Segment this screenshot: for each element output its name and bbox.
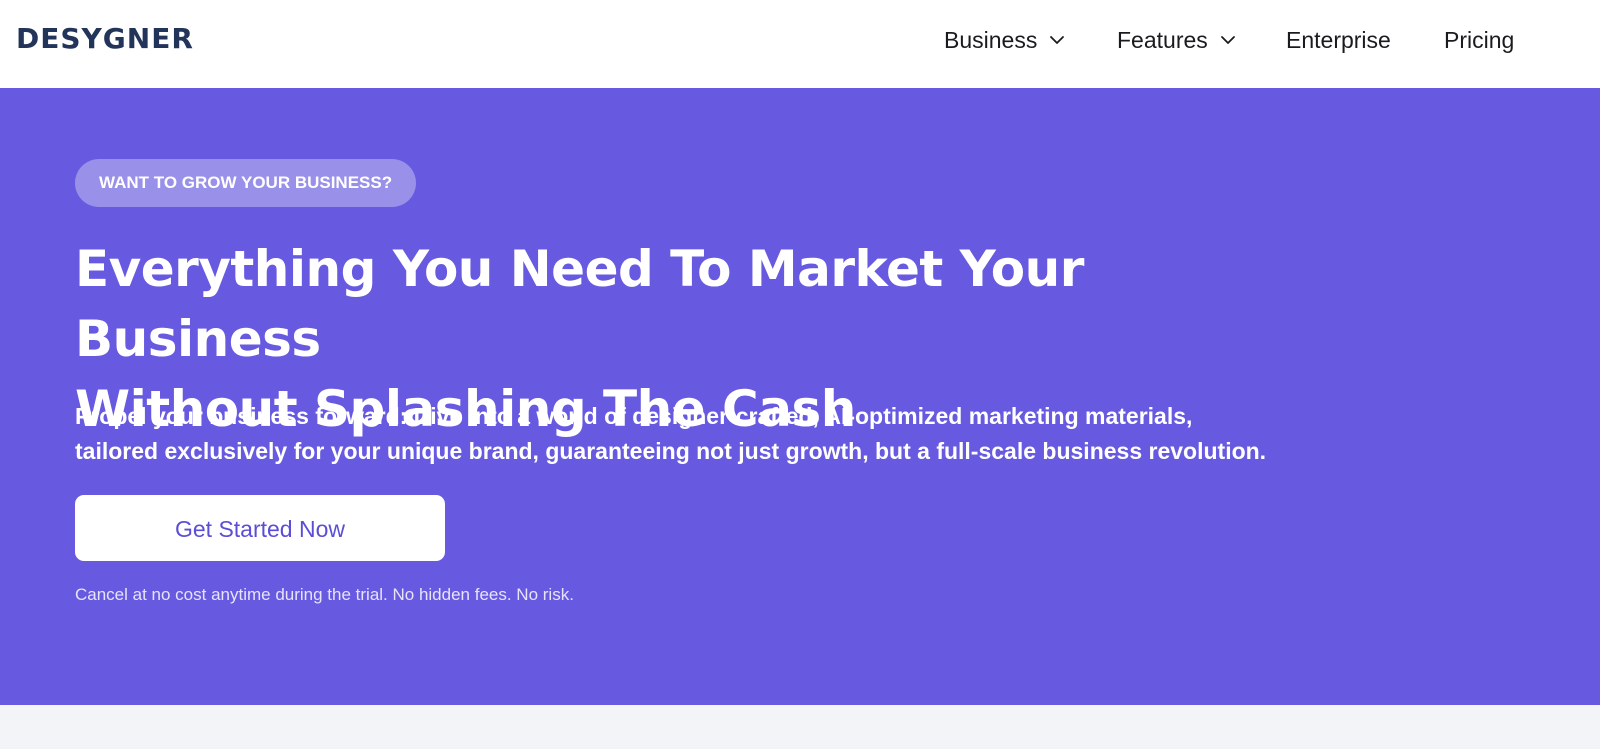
nav-business[interactable]: Business [944, 24, 1065, 56]
nav-enterprise-label: Enterprise [1286, 26, 1391, 53]
site-header: DESYGNER Business Features Enterprise Pr… [0, 0, 1600, 88]
logo[interactable]: DESYGNER [16, 23, 194, 55]
nav-pricing-label: Pricing [1444, 26, 1515, 53]
nav-enterprise[interactable]: Enterprise [1286, 24, 1391, 56]
hero-section: WANT TO GROW YOUR BUSINESS? Everything Y… [0, 88, 1600, 705]
get-started-button[interactable]: Get Started Now [75, 495, 445, 561]
chevron-down-icon [1220, 36, 1235, 44]
subtext-line-2: tailored exclusively for your unique bra… [75, 438, 1267, 464]
trial-disclaimer: Cancel at no cost anytime during the tri… [75, 585, 574, 604]
chevron-down-icon [1050, 36, 1065, 44]
next-section [0, 705, 1600, 749]
nav-pricing[interactable]: Pricing [1444, 24, 1514, 56]
eyebrow-badge: WANT TO GROW YOUR BUSINESS? [75, 159, 417, 207]
nav-features[interactable]: Features [1117, 24, 1236, 56]
hero-subtext: Propel your business forward: Dive into … [75, 399, 1295, 469]
nav-business-label: Business [944, 26, 1038, 53]
subtext-line-1: Propel your business forward: Dive into … [75, 403, 1193, 429]
nav-features-label: Features [1117, 26, 1208, 53]
headline-line-1: Everything You Need To Market Your Busin… [75, 240, 1084, 368]
